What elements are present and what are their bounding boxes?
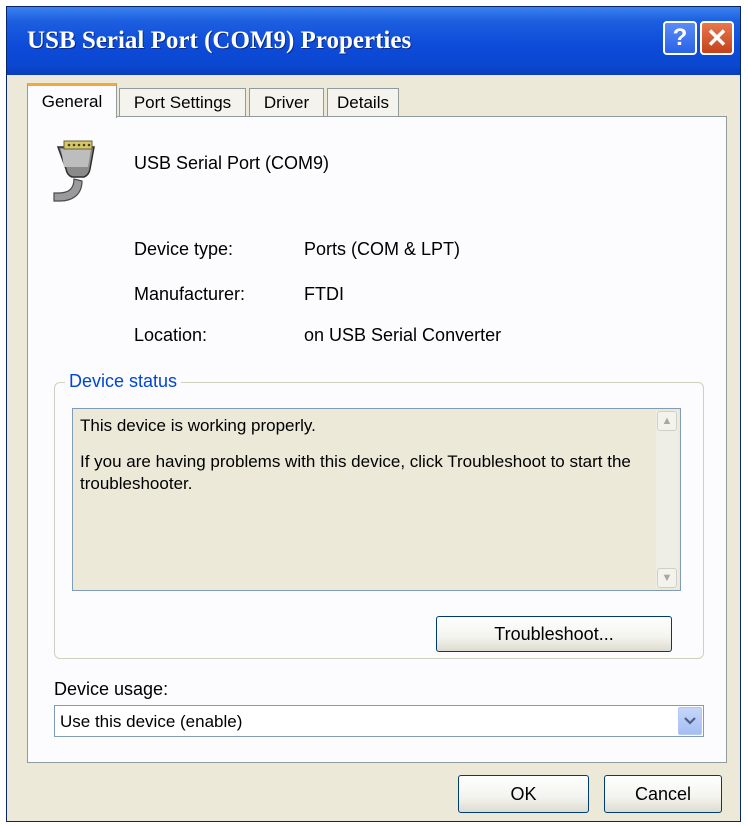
device-type-value: Ports (COM & LPT) [304, 239, 461, 259]
close-icon: ✕ [706, 22, 728, 53]
status-line-working: This device is working properly. [80, 416, 316, 435]
window-title: USB Serial Port (COM9) Properties [27, 27, 412, 54]
tab-port-settings[interactable]: Port Settings [119, 88, 246, 117]
general-tab-panel: USB Serial Port (COM9) Device type: Port… [27, 116, 727, 763]
tab-driver[interactable]: Driver [249, 88, 324, 117]
tab-general[interactable]: General [27, 83, 117, 118]
device-usage-select[interactable]: Use this device (enable) [54, 705, 704, 737]
help-icon: ? [672, 24, 688, 51]
device-usage-value: Use this device (enable) [60, 712, 243, 731]
status-text: This device is working properly. If you … [80, 415, 640, 509]
device-name: USB Serial Port (COM9) [134, 153, 330, 173]
ok-button[interactable]: OK [458, 775, 589, 813]
properties-dialog: USB Serial Port (COM9) Properties ? ✕ Ge… [6, 6, 741, 822]
tab-details[interactable]: Details [327, 88, 399, 117]
troubleshoot-button[interactable]: Troubleshoot... [436, 616, 672, 652]
manufacturer-label: Manufacturer: [134, 284, 246, 304]
scroll-up-arrow-icon[interactable]: ▲ [657, 411, 677, 431]
scroll-down-arrow-icon[interactable]: ▼ [657, 568, 677, 588]
manufacturer-value: FTDI [304, 284, 344, 304]
dropdown-button[interactable] [678, 707, 702, 735]
device-status-textbox[interactable]: This device is working properly. If you … [72, 408, 681, 591]
cancel-button[interactable]: Cancel [604, 775, 722, 813]
chevron-down-icon [684, 717, 696, 725]
status-scrollbar[interactable]: ▲ ▼ [656, 411, 678, 588]
serial-port-plug-icon [53, 140, 95, 202]
device-status-group: Device status This device is working pro… [54, 371, 704, 659]
help-button[interactable]: ? [663, 21, 697, 55]
device-status-title: Device status [65, 371, 182, 392]
status-line-troubleshoot-hint: If you are having problems with this dev… [80, 452, 631, 493]
location-value: on USB Serial Converter [304, 325, 502, 345]
location-label: Location: [134, 325, 208, 345]
title-bar[interactable]: USB Serial Port (COM9) Properties ? ✕ [7, 7, 740, 75]
close-button[interactable]: ✕ [700, 21, 734, 55]
device-type-label: Device type: [134, 239, 234, 259]
device-usage-label: Device usage: [54, 679, 169, 699]
